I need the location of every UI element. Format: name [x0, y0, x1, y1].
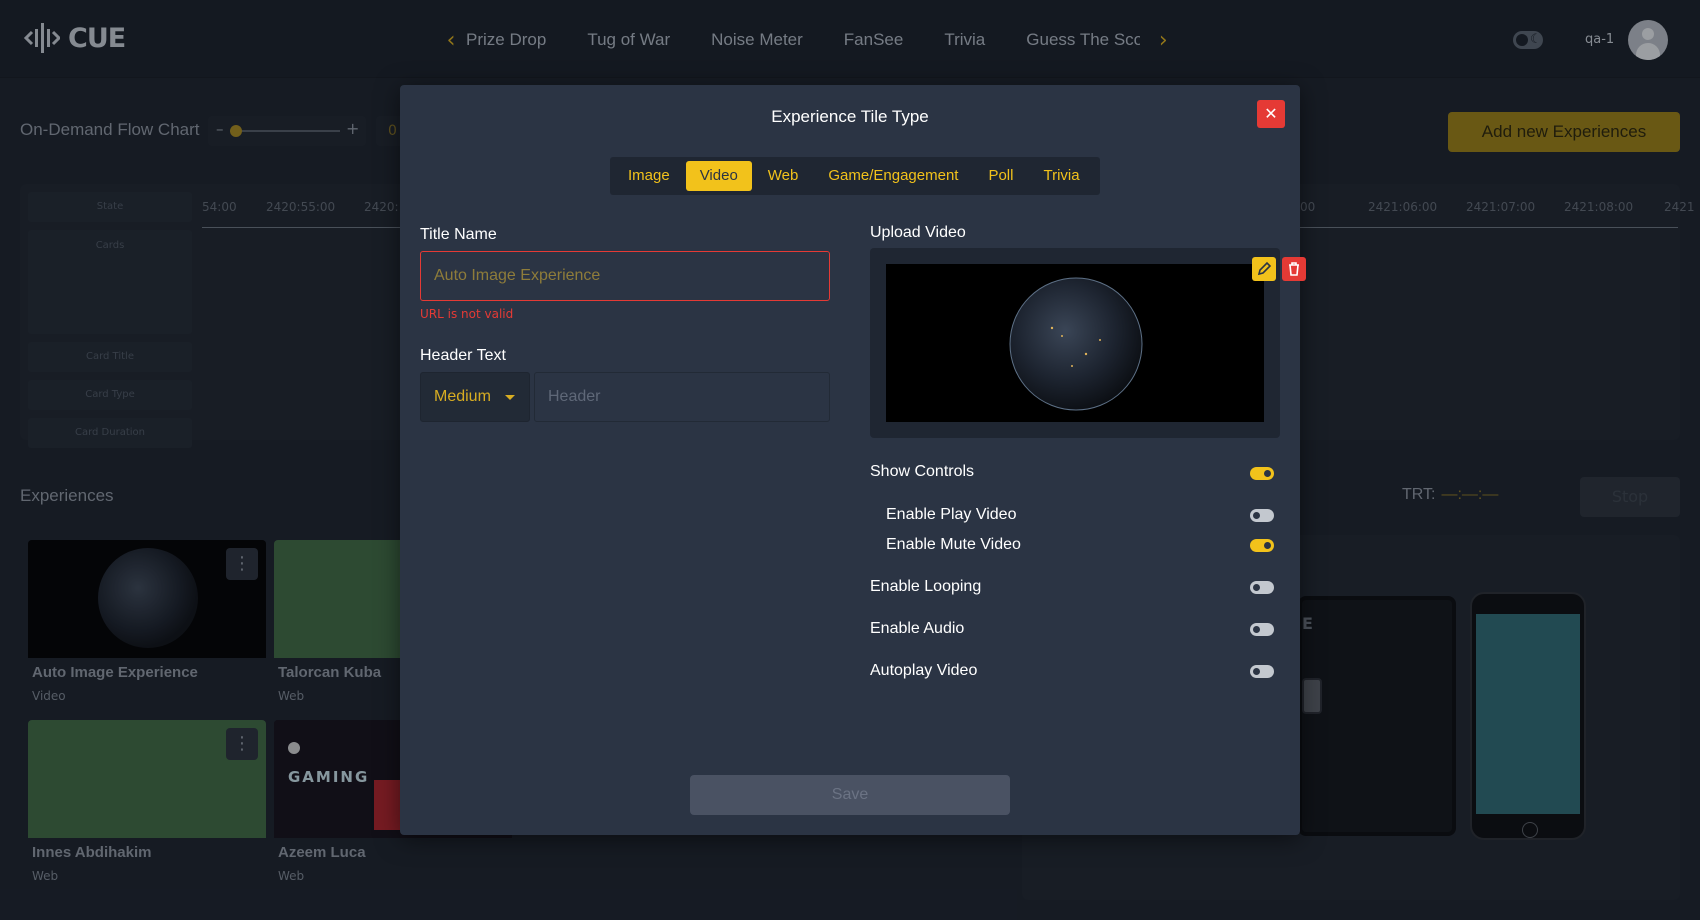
delete-trash-icon[interactable]	[1282, 257, 1306, 281]
enable-mute-video-label: Enable Mute Video	[886, 536, 1021, 553]
enable-audio-label: Enable Audio	[870, 620, 965, 637]
tile-type-tabs: Image Video Web Game/Engagement Poll Tri…	[610, 157, 1100, 195]
experience-tile-type-modal: Experience Tile Type ✕ Image Video Web G…	[400, 85, 1306, 835]
show-controls-toggle[interactable]	[1250, 467, 1274, 480]
caret-down-icon	[505, 395, 515, 400]
header-text-label: Header Text	[420, 347, 506, 364]
header-text-input[interactable]: Header	[534, 372, 830, 422]
show-controls-label: Show Controls	[870, 463, 975, 480]
header-size-select[interactable]: Medium	[420, 372, 530, 422]
save-button[interactable]: Save	[690, 775, 1010, 815]
tab-web[interactable]: Web	[754, 161, 813, 191]
tab-video[interactable]: Video	[685, 161, 752, 191]
earth-video-thumbnail	[886, 264, 1264, 422]
enable-looping-label: Enable Looping	[870, 578, 982, 595]
enable-audio-toggle[interactable]	[1250, 623, 1274, 636]
enable-play-video-label: Enable Play Video	[886, 506, 1017, 523]
tab-game-engagement[interactable]: Game/Engagement	[814, 161, 972, 191]
enable-play-video-toggle[interactable]	[1250, 509, 1274, 522]
title-name-input[interactable]: Auto Image Experience	[420, 251, 830, 301]
video-upload-box[interactable]	[870, 248, 1306, 438]
title-name-label: Title Name	[420, 226, 497, 243]
tab-trivia[interactable]: Trivia	[1029, 161, 1093, 191]
upload-video-label: Upload Video	[870, 224, 966, 241]
modal-title: Experience Tile Type	[771, 107, 929, 126]
close-icon[interactable]: ✕	[1257, 100, 1285, 128]
edit-pencil-icon[interactable]	[1252, 257, 1276, 281]
tab-image[interactable]: Image	[614, 161, 684, 191]
tab-poll[interactable]: Poll	[974, 161, 1027, 191]
autoplay-video-toggle[interactable]	[1250, 665, 1274, 678]
enable-looping-toggle[interactable]	[1250, 581, 1274, 594]
video-preview	[886, 264, 1264, 422]
header-size-value: Medium	[434, 388, 491, 405]
title-error-message: URL is not valid	[420, 307, 514, 321]
autoplay-video-label: Autoplay Video	[870, 662, 978, 679]
enable-mute-video-toggle[interactable]	[1250, 539, 1274, 552]
